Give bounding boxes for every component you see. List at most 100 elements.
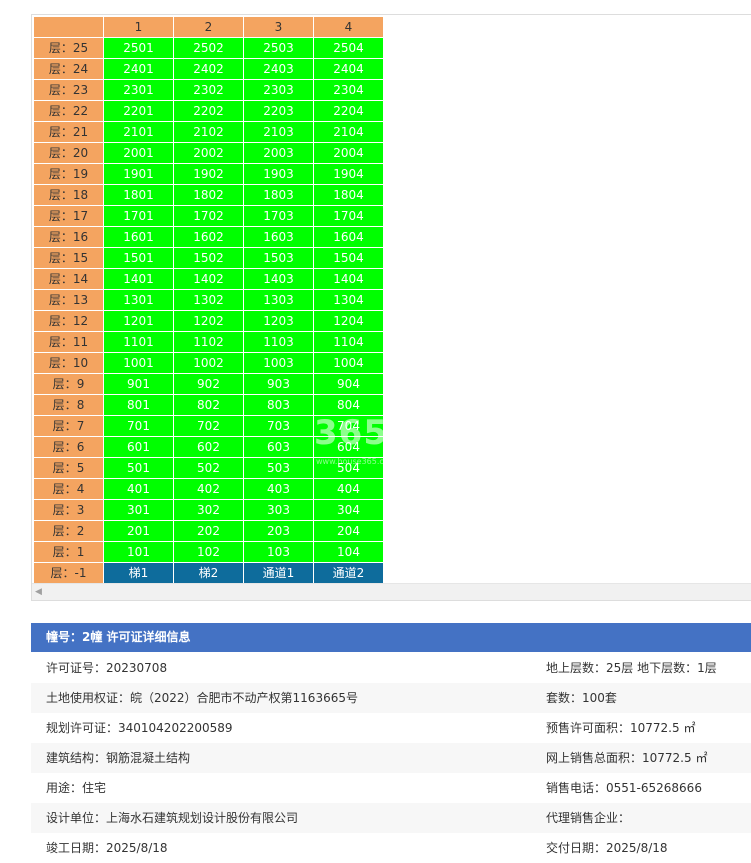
unit-cell[interactable]: 2203 (243, 100, 314, 122)
unit-cell[interactable]: 704 (313, 415, 384, 437)
unit-cell[interactable]: 1204 (313, 310, 384, 332)
unit-cell[interactable]: 602 (173, 436, 244, 458)
unit-cell[interactable]: 1103 (243, 331, 314, 353)
unit-cell[interactable]: 603 (243, 436, 314, 458)
unit-cell[interactable]: 2103 (243, 121, 314, 143)
unit-cell[interactable]: 1302 (173, 289, 244, 311)
unit-cell[interactable]: 1002 (173, 352, 244, 374)
unit-cell[interactable]: 1201 (103, 310, 174, 332)
unit-cell[interactable]: 1101 (103, 331, 174, 353)
unit-cell[interactable]: 1303 (243, 289, 314, 311)
basement-cell[interactable]: 梯1 (103, 562, 174, 584)
unit-cell[interactable]: 2401 (103, 58, 174, 80)
unit-cell[interactable]: 703 (243, 415, 314, 437)
unit-cell[interactable]: 2503 (243, 37, 314, 59)
unit-cell[interactable]: 2504 (313, 37, 384, 59)
unit-cell[interactable]: 104 (313, 541, 384, 563)
unit-cell[interactable]: 801 (103, 394, 174, 416)
unit-cell[interactable]: 1503 (243, 247, 314, 269)
unit-cell[interactable]: 1404 (313, 268, 384, 290)
unit-cell[interactable]: 904 (313, 373, 384, 395)
unit-cell[interactable]: 304 (313, 499, 384, 521)
unit-cell[interactable]: 1903 (243, 163, 314, 185)
unit-cell[interactable]: 1202 (173, 310, 244, 332)
unit-cell[interactable]: 202 (173, 520, 244, 542)
unit-cell[interactable]: 2403 (243, 58, 314, 80)
unit-cell[interactable]: 2102 (173, 121, 244, 143)
unit-cell[interactable]: 404 (313, 478, 384, 500)
unit-cell[interactable]: 2004 (313, 142, 384, 164)
unit-cell[interactable]: 403 (243, 478, 314, 500)
unit-cell[interactable]: 1502 (173, 247, 244, 269)
unit-cell[interactable]: 604 (313, 436, 384, 458)
unit-cell[interactable]: 601 (103, 436, 174, 458)
unit-cell[interactable]: 2501 (103, 37, 174, 59)
unit-cell[interactable]: 2402 (173, 58, 244, 80)
unit-cell[interactable]: 2003 (243, 142, 314, 164)
horizontal-scrollbar[interactable]: ◀ (32, 583, 751, 600)
unit-cell[interactable]: 301 (103, 499, 174, 521)
unit-cell[interactable]: 2303 (243, 79, 314, 101)
unit-cell[interactable]: 1403 (243, 268, 314, 290)
unit-cell[interactable]: 1703 (243, 205, 314, 227)
unit-cell[interactable]: 503 (243, 457, 314, 479)
unit-cell[interactable]: 2101 (103, 121, 174, 143)
unit-cell[interactable]: 102 (173, 541, 244, 563)
unit-cell[interactable]: 103 (243, 541, 314, 563)
scroll-left-arrow-icon[interactable]: ◀ (35, 587, 42, 597)
unit-cell[interactable]: 2204 (313, 100, 384, 122)
unit-cell[interactable]: 302 (173, 499, 244, 521)
unit-cell[interactable]: 1501 (103, 247, 174, 269)
unit-cell[interactable]: 1803 (243, 184, 314, 206)
unit-cell[interactable]: 401 (103, 478, 174, 500)
basement-cell[interactable]: 梯2 (173, 562, 244, 584)
unit-cell[interactable]: 2002 (173, 142, 244, 164)
unit-cell[interactable]: 2404 (313, 58, 384, 80)
unit-cell[interactable]: 803 (243, 394, 314, 416)
unit-cell[interactable]: 1601 (103, 226, 174, 248)
unit-cell[interactable]: 2201 (103, 100, 174, 122)
basement-cell[interactable]: 通道1 (243, 562, 314, 584)
unit-cell[interactable]: 2202 (173, 100, 244, 122)
unit-cell[interactable]: 1902 (173, 163, 244, 185)
unit-cell[interactable]: 2001 (103, 142, 174, 164)
unit-cell[interactable]: 204 (313, 520, 384, 542)
unit-cell[interactable]: 1804 (313, 184, 384, 206)
unit-cell[interactable]: 902 (173, 373, 244, 395)
unit-cell[interactable]: 1203 (243, 310, 314, 332)
unit-cell[interactable]: 1604 (313, 226, 384, 248)
unit-cell[interactable]: 402 (173, 478, 244, 500)
unit-cell[interactable]: 1304 (313, 289, 384, 311)
unit-cell[interactable]: 702 (173, 415, 244, 437)
unit-cell[interactable]: 1701 (103, 205, 174, 227)
unit-cell[interactable]: 1702 (173, 205, 244, 227)
unit-cell[interactable]: 1904 (313, 163, 384, 185)
unit-cell[interactable]: 303 (243, 499, 314, 521)
unit-cell[interactable]: 804 (313, 394, 384, 416)
unit-cell[interactable]: 504 (313, 457, 384, 479)
unit-cell[interactable]: 101 (103, 541, 174, 563)
unit-cell[interactable]: 802 (173, 394, 244, 416)
unit-cell[interactable]: 203 (243, 520, 314, 542)
unit-cell[interactable]: 1603 (243, 226, 314, 248)
unit-cell[interactable]: 1602 (173, 226, 244, 248)
unit-cell[interactable]: 2502 (173, 37, 244, 59)
unit-cell[interactable]: 1003 (243, 352, 314, 374)
unit-cell[interactable]: 501 (103, 457, 174, 479)
unit-cell[interactable]: 1802 (173, 184, 244, 206)
unit-cell[interactable]: 1801 (103, 184, 174, 206)
unit-cell[interactable]: 201 (103, 520, 174, 542)
unit-cell[interactable]: 2302 (173, 79, 244, 101)
unit-cell[interactable]: 903 (243, 373, 314, 395)
unit-cell[interactable]: 1901 (103, 163, 174, 185)
unit-cell[interactable]: 1001 (103, 352, 174, 374)
unit-cell[interactable]: 1004 (313, 352, 384, 374)
unit-cell[interactable]: 901 (103, 373, 174, 395)
unit-cell[interactable]: 2304 (313, 79, 384, 101)
unit-cell[interactable]: 1401 (103, 268, 174, 290)
unit-cell[interactable]: 2104 (313, 121, 384, 143)
unit-cell[interactable]: 701 (103, 415, 174, 437)
unit-cell[interactable]: 1102 (173, 331, 244, 353)
unit-cell[interactable]: 1504 (313, 247, 384, 269)
unit-cell[interactable]: 1402 (173, 268, 244, 290)
